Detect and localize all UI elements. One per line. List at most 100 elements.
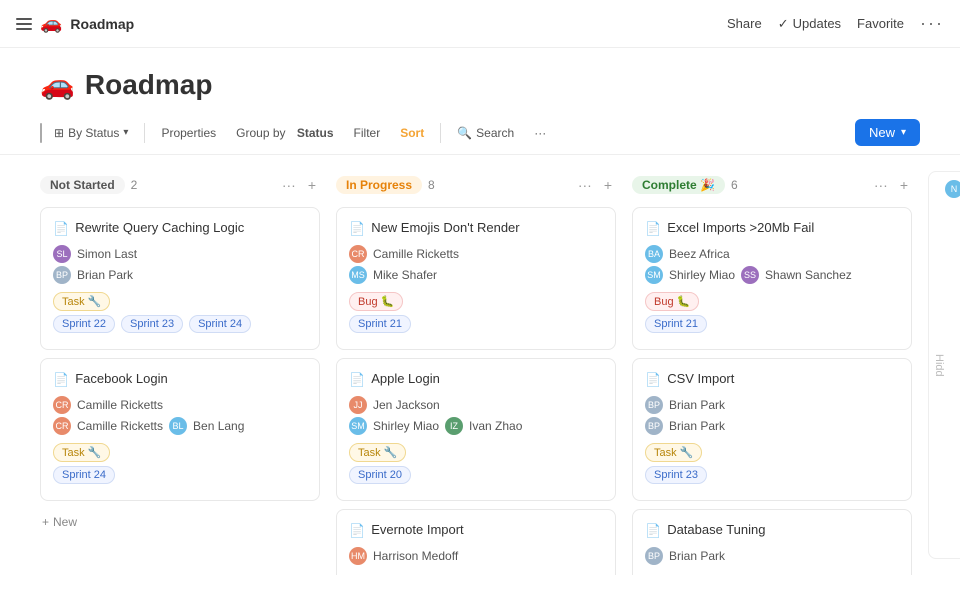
card-complete-1[interactable]: 📄CSV ImportBPBrian ParkBPBrian ParkTask … xyxy=(632,358,912,501)
avatar: BL xyxy=(169,417,187,435)
share-button[interactable]: Share xyxy=(727,16,762,31)
col-add-button-not-started[interactable]: + xyxy=(304,175,320,195)
sprint-tag: Sprint 24 xyxy=(189,315,251,333)
card-people-complete-1: BPBrian ParkBPBrian Park xyxy=(645,396,899,435)
col-actions-not-started: ···+ xyxy=(278,175,320,195)
topnav-left: 🚗 Roadmap xyxy=(16,13,727,34)
card-person-row: SMShirley MiaoIZIvan Zhao xyxy=(349,417,603,435)
card-person-row: HMHarrison Medoff xyxy=(349,547,603,565)
card-tag-row-not-started-0: Task 🔧 xyxy=(53,292,307,311)
avatar: MS xyxy=(349,266,367,284)
page-title: 🚗 Roadmap xyxy=(40,68,920,101)
hamburger-button[interactable] xyxy=(16,18,32,30)
col-dots-button-in-progress[interactable]: ··· xyxy=(574,175,596,195)
col-header-in-progress: In Progress 8 ···+ xyxy=(336,171,616,199)
new-card-button[interactable]: + New xyxy=(40,509,320,535)
top-nav: 🚗 Roadmap Share ✓ Updates Favorite ··· xyxy=(0,0,960,48)
doc-icon: 📄 xyxy=(645,523,661,539)
new-button[interactable]: New ▾ xyxy=(855,119,920,146)
card-tag: Bug 🐛 xyxy=(349,292,403,311)
col-header-complete: Complete 🎉6···+ xyxy=(632,171,912,199)
column-in-progress: In Progress 8 ···+ 📄New Emojis Don't Render… xyxy=(336,171,616,559)
card-title-not-started-1: 📄Facebook Login xyxy=(53,371,307,388)
person-name: Camille Ricketts xyxy=(77,398,163,412)
card-sprint-row-complete-1: Sprint 23 xyxy=(645,466,899,484)
card-sprint-row-not-started-0: Sprint 22Sprint 23Sprint 24 xyxy=(53,315,307,333)
table-icon: ⊞ xyxy=(54,126,64,140)
avatar: BP xyxy=(645,547,663,565)
page-header: 🚗 Roadmap xyxy=(0,48,960,111)
card-tag: Task 🔧 xyxy=(53,292,110,311)
person-name: Brian Park xyxy=(669,549,725,563)
sprint-tag: Sprint 22 xyxy=(53,315,115,333)
card-in-progress-2[interactable]: 📄Evernote ImportHMHarrison Medoff xyxy=(336,509,616,575)
col-count-in-progress: 8 xyxy=(428,178,435,192)
person-name: Jen Jackson xyxy=(373,398,440,412)
updates-button[interactable]: ✓ Updates xyxy=(778,16,841,32)
card-people-in-progress-1: JJ Jen Jackson SMShirley MiaoIZIvan Zhao xyxy=(349,396,603,435)
person-name: Mike Shafer xyxy=(373,268,437,282)
col-count-not-started: 2 xyxy=(131,178,138,192)
person-name: Beez Africa xyxy=(669,247,730,261)
sprint-tag: Sprint 23 xyxy=(645,466,707,484)
card-complete-2[interactable]: 📄 Database Tuning BP Brian Park xyxy=(632,509,912,575)
search-button[interactable]: 🔍 Search xyxy=(449,122,522,144)
card-not-started-1[interactable]: 📄Facebook LoginCRCamille RickettsCRCamil… xyxy=(40,358,320,501)
hamburger-icon xyxy=(16,18,32,30)
card-person-row: CRCamille RickettsBLBen Lang xyxy=(53,417,307,435)
card-sprint-row-in-progress-1: Sprint 20 xyxy=(349,466,603,484)
filter-button[interactable]: Filter xyxy=(346,122,389,144)
doc-icon: 📄 xyxy=(53,221,69,237)
doc-icon: 📄 xyxy=(349,221,365,237)
card-not-started-0[interactable]: 📄Rewrite Query Caching LogicSLSimon Last… xyxy=(40,207,320,350)
card-people-not-started-0: SLSimon LastBPBrian Park xyxy=(53,245,307,284)
group-by-button[interactable]: Group by Status xyxy=(228,122,341,144)
avatar: JJ xyxy=(349,396,367,414)
card-tag: Task 🔧 xyxy=(349,443,406,462)
avatar: BP xyxy=(645,396,663,414)
more-options-button[interactable]: ··· xyxy=(920,13,944,34)
sprint-tag: Sprint 20 xyxy=(349,466,411,484)
sprint-tag: Sprint 24 xyxy=(53,466,115,484)
avatar: BP xyxy=(53,266,71,284)
card-title-text: Facebook Login xyxy=(75,371,168,386)
sort-button[interactable]: Sort xyxy=(392,122,432,144)
topnav-right: Share ✓ Updates Favorite ··· xyxy=(727,13,944,34)
card-title-complete-0: 📄Excel Imports >20Mb Fail xyxy=(645,220,899,237)
col-label-in-progress: In Progress xyxy=(336,176,422,194)
properties-button[interactable]: Properties xyxy=(153,122,224,144)
avatar: HM xyxy=(349,547,367,565)
col-add-button-complete[interactable]: + xyxy=(896,175,912,195)
doc-icon: 📄 xyxy=(645,221,661,237)
col-dots-button-complete[interactable]: ··· xyxy=(870,175,892,195)
avatar: CR xyxy=(53,417,71,435)
card-person-row: BPBrian Park xyxy=(645,417,899,435)
person-name: Brian Park xyxy=(669,398,725,412)
card-title-in-progress-1: 📄Apple Login xyxy=(349,371,603,388)
card-title-text: Rewrite Query Caching Logic xyxy=(75,220,244,235)
card-person-row: SMShirley MiaoSSShawn Sanchez xyxy=(645,266,899,284)
favorite-button[interactable]: Favorite xyxy=(857,16,904,31)
person-name: Brian Park xyxy=(77,268,133,282)
avatar: CR xyxy=(53,396,71,414)
col-add-button-in-progress[interactable]: + xyxy=(600,175,616,195)
card-in-progress-1[interactable]: 📄Apple Login JJ Jen Jackson SMShirley MiaoI… xyxy=(336,358,616,501)
avatar: BP xyxy=(645,417,663,435)
card-in-progress-0[interactable]: 📄New Emojis Don't RenderCRCamille Ricket… xyxy=(336,207,616,350)
card-title-text: CSV Import xyxy=(667,371,734,386)
card-complete-0[interactable]: 📄Excel Imports >20Mb Fail BABeez Africa SM… xyxy=(632,207,912,350)
col-dots-button-not-started[interactable]: ··· xyxy=(278,175,300,195)
toolbar-more-button[interactable]: ··· xyxy=(526,122,554,144)
card-title-text: Database Tuning xyxy=(667,522,765,537)
avatar: SM xyxy=(645,266,663,284)
sprint-tag: Sprint 21 xyxy=(349,315,411,333)
hidden-column: NHidd xyxy=(928,171,960,559)
card-tag: Task 🔧 xyxy=(53,443,110,462)
person-name: Ben Lang xyxy=(193,419,244,433)
title-emoji: 🚗 xyxy=(40,68,75,101)
chevron-down-icon-new: ▾ xyxy=(901,127,906,138)
chevron-down-icon: ▾ xyxy=(123,127,128,138)
card-person-row: BABeez Africa xyxy=(645,245,899,263)
view-by-button[interactable]: ⊞ By Status ▾ xyxy=(46,122,136,144)
card-person-row: BP Brian Park xyxy=(645,547,899,565)
